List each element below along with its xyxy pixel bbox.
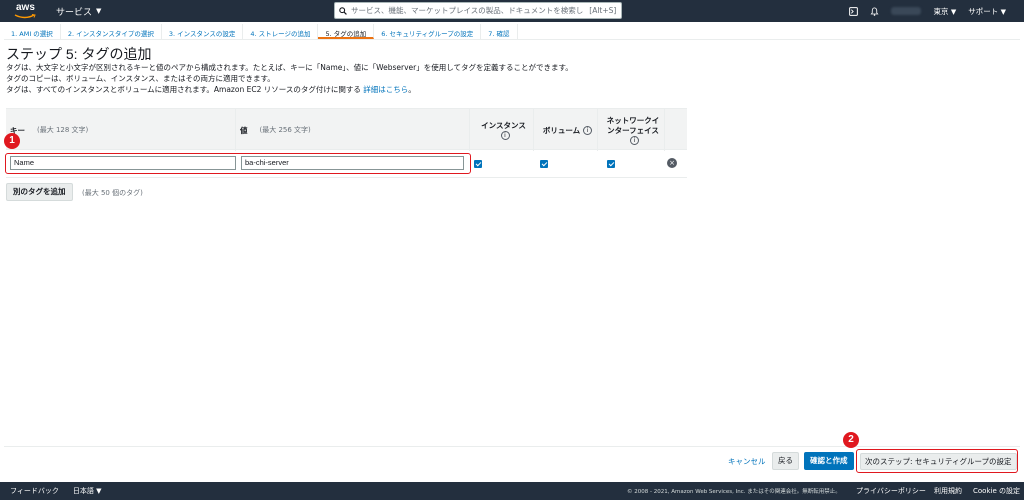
column-instances: インスタンス i — [470, 109, 534, 151]
add-tag-button[interactable]: 別のタグを追加 — [6, 183, 73, 201]
aws-logo[interactable]: aws — [12, 2, 40, 20]
services-menu[interactable]: サービス ▼ — [56, 5, 101, 18]
language-menu[interactable]: 日本語 ▼ — [73, 486, 102, 496]
learn-more-link[interactable]: 詳細はこちら — [363, 85, 408, 94]
right-navigation: 東京 ▼ サポート ▼ — [849, 0, 1006, 22]
column-value-label: 値 — [240, 125, 248, 135]
review-and-launch-button[interactable]: 確認と作成 — [804, 452, 854, 470]
column-instances-label: インスタンス — [481, 121, 526, 130]
network-interfaces-checkbox[interactable] — [607, 160, 615, 168]
annotation-highlight-2 — [856, 449, 1018, 473]
step-add-tags[interactable]: 5. タグの追加 — [318, 24, 375, 39]
step-choose-ami[interactable]: 1. AMI の選択 — [4, 24, 61, 39]
volumes-checkbox[interactable] — [540, 160, 548, 168]
support-menu[interactable]: サポート ▼ — [968, 6, 1006, 17]
search-placeholder: サービス、機能、マーケットプレイスの製品、ドキュメントを検索し — [351, 6, 584, 15]
cloudshell-icon[interactable] — [849, 6, 859, 16]
column-volumes: ボリューム i — [534, 109, 598, 151]
column-volumes-label: ボリューム — [542, 125, 581, 135]
annotation-badge-1: 1 — [4, 133, 20, 149]
search-bar[interactable]: サービス、機能、マーケットプレイスの製品、ドキュメントを検索し [Alt+S] — [334, 2, 622, 19]
top-navigation-bar: aws サービス ▼ サービス、機能、マーケットプレイスの製品、ドキュメントを検… — [0, 0, 1024, 22]
column-eni-label-line-1: ネットワークイ — [606, 115, 660, 125]
search-icon — [339, 6, 347, 15]
region-label: 東京 — [933, 6, 949, 16]
search-shortcut: [Alt+S] — [589, 6, 617, 15]
support-label: サポート — [968, 6, 999, 16]
caret-down-icon: ▼ — [1000, 7, 1006, 16]
caret-down-icon: ▼ — [96, 7, 102, 15]
description-line-1: タグは、大文字と小文字が区別されるキーと値のペアから構成されます。たとえば、キー… — [6, 63, 573, 72]
page-description: タグは、大文字と小文字が区別されるキーと値のペアから構成されます。たとえば、キー… — [6, 62, 573, 95]
annotation-badge-2: 2 — [843, 432, 859, 448]
annotation-highlight-1 — [5, 153, 471, 174]
aws-logo-text: aws — [16, 2, 35, 13]
step-configure-instance[interactable]: 3. インスタンスの設定 — [162, 24, 244, 39]
services-label: サービス — [56, 7, 93, 18]
account-menu[interactable] — [891, 7, 922, 15]
privacy-link[interactable]: プライバシーポリシー — [856, 486, 926, 496]
column-key-hint: (最大 128 文字) — [37, 126, 89, 134]
instances-checkbox[interactable] — [474, 160, 482, 168]
remove-tag-icon[interactable]: × — [667, 158, 677, 168]
step-add-storage[interactable]: 4. ストレージの追加 — [243, 24, 319, 39]
step-security-group[interactable]: 6. セキュリティグループの設定 — [374, 24, 482, 39]
column-key: キー (最大 128 文字) — [6, 109, 236, 151]
description-line-3: タグは、すべてのインスタンスとボリュームに適用されます。Amazon EC2 リ… — [6, 84, 573, 95]
language-label: 日本語 — [72, 487, 94, 495]
back-button[interactable]: 戻る — [772, 452, 799, 470]
caret-down-icon: ▼ — [96, 487, 102, 495]
description-text-3: タグは、すべてのインスタンスとボリュームに適用されます。Amazon EC2 リ… — [6, 85, 361, 94]
info-icon[interactable]: i — [630, 135, 639, 145]
region-menu[interactable]: 東京 ▼ — [933, 6, 956, 17]
tags-table-header: キー (最大 128 文字) 値 (最大 256 文字) インスタンス i ボリ… — [6, 108, 687, 151]
caret-down-icon: ▼ — [950, 7, 957, 16]
add-tag-hint: (最大 50 個のタグ) — [82, 189, 143, 197]
cookie-settings-link[interactable]: Cookie の設定 — [973, 486, 1020, 496]
bell-icon[interactable] — [870, 6, 879, 16]
info-icon[interactable]: i — [583, 125, 593, 135]
description-period: 。 — [408, 85, 416, 94]
feedback-link[interactable]: フィードバック — [10, 486, 59, 496]
column-value-hint: (最大 256 文字) — [259, 126, 311, 134]
column-network-interfaces: ネットワークイ ンターフェイス i — [598, 109, 665, 151]
bottom-bar: フィードバック 日本語 ▼ © 2008 - 2021, Amazon Web … — [0, 482, 1024, 500]
step-review[interactable]: 7. 確認 — [481, 24, 518, 39]
description-line-2: タグのコピーは、ボリューム、インスタンス、またはその両方に適用できます。 — [6, 74, 275, 83]
terms-link[interactable]: 利用規約 — [934, 486, 962, 496]
page-title: ステップ 5: タグの追加 — [6, 46, 152, 62]
copyright: © 2008 - 2021, Amazon Web Services, Inc.… — [627, 489, 841, 495]
actions-divider — [4, 446, 1020, 447]
wizard-steps: 1. AMI の選択 2. インスタンスタイプの選択 3. インスタンスの設定 … — [4, 24, 1020, 40]
column-eni-label-line-2: ンターフェイス — [607, 125, 659, 135]
step-choose-instance-type[interactable]: 2. インスタンスタイプの選択 — [61, 24, 162, 39]
cancel-link[interactable]: キャンセル — [728, 456, 766, 467]
info-icon[interactable]: i — [500, 131, 510, 140]
column-value: 値 (最大 256 文字) — [236, 109, 470, 151]
aws-smile-icon — [14, 14, 36, 19]
